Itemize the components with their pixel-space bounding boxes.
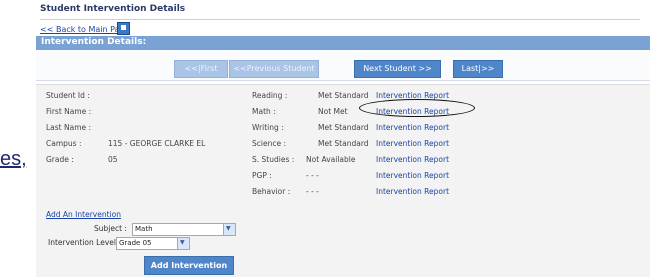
subject-select-label: Subject :: [94, 224, 127, 233]
page-title: Student Intervention Details: [40, 4, 640, 20]
subject-label: Science :: [252, 139, 286, 148]
subject-status: - - -: [306, 187, 319, 196]
campus-value: 115 - GEORGE CLARKE EL: [108, 139, 206, 148]
subject-status: Not Available: [306, 155, 356, 164]
subject-status: Met Standard: [318, 91, 369, 100]
grade-label: Grade :: [46, 155, 74, 164]
intervention-level-value: Grade 05: [119, 239, 152, 247]
add-intervention-button[interactable]: Add Intervention: [144, 256, 234, 275]
first-button[interactable]: <<|First: [174, 60, 228, 78]
subject-label: Math :: [252, 107, 276, 116]
home-icon[interactable]: [117, 22, 130, 35]
student-navigation: <<|First <<Previous Student Next Student…: [36, 50, 650, 81]
highlight-ellipse: [359, 99, 475, 117]
student-id-label: Student Id :: [46, 91, 90, 100]
last-button[interactable]: Last|>>: [453, 60, 503, 78]
chevron-down-icon[interactable]: [177, 238, 189, 249]
chevron-down-icon[interactable]: [223, 224, 235, 235]
intervention-report-link[interactable]: Intervention Report: [376, 171, 449, 180]
subject-status: Met Standard: [318, 123, 369, 132]
intervention-report-link[interactable]: Intervention Report: [376, 123, 449, 132]
subject-label: PGP :: [252, 171, 272, 180]
subject-label: Behavior :: [252, 187, 291, 196]
last-name-label: Last Name :: [46, 123, 92, 132]
section-header-label: Intervention Details:: [41, 37, 147, 47]
intervention-panel: Student Intervention Details << Back to …: [36, 0, 658, 279]
subject-status: - - -: [306, 171, 319, 180]
campus-label: Campus :: [46, 139, 82, 148]
intervention-level-label: Intervention Level:: [48, 238, 119, 247]
subject-label: S. Studies :: [252, 155, 295, 164]
previous-student-button[interactable]: <<Previous Student: [229, 60, 319, 78]
intervention-report-link[interactable]: Intervention Report: [376, 187, 449, 196]
subject-select-value: Math: [135, 225, 153, 233]
next-student-button[interactable]: Next Student >>: [354, 60, 441, 78]
grade-value: 05: [108, 155, 118, 164]
add-intervention-link[interactable]: Add An Intervention: [46, 210, 121, 219]
intervention-level-select[interactable]: Grade 05: [116, 237, 190, 250]
subject-label: Reading :: [252, 91, 288, 100]
subject-status: Met Standard: [318, 139, 369, 148]
first-name-label: First Name :: [46, 107, 92, 116]
intervention-report-link[interactable]: Intervention Report: [376, 139, 449, 148]
slide-text-fragment: es,: [0, 148, 27, 170]
subject-label: Writing :: [252, 123, 284, 132]
subject-select[interactable]: Math: [132, 223, 236, 236]
subject-status: Not Met: [318, 107, 348, 116]
intervention-report-link[interactable]: Intervention Report: [376, 155, 449, 164]
section-header: Intervention Details:: [36, 36, 650, 50]
